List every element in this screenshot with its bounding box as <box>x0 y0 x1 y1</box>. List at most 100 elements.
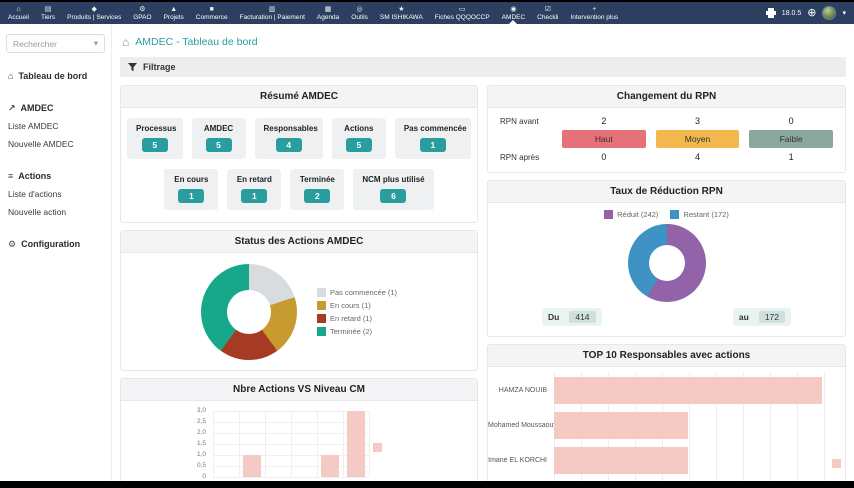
nav-item-fiches-qqqoccp[interactable]: ▭Fiches QQQOCCP <box>429 2 496 24</box>
rpn-from-label: Du <box>548 312 559 322</box>
nav-item-gpao[interactable]: ⚙GPAO <box>127 2 157 24</box>
top10-row: Mohamed Moussaouy <box>488 408 845 443</box>
topbar-nav: ⌂Accueil▤Tiers◆Produits | Services⚙GPAO▲… <box>2 2 624 24</box>
sidebar-item-label: Nouvelle AMDEC <box>8 139 74 149</box>
add-circle-icon[interactable]: ⊕ <box>807 8 816 19</box>
donut-hole <box>649 245 685 281</box>
nav-item-amdec[interactable]: ◉AMDEC <box>496 2 531 24</box>
taux-legend-item: Réduit (242) <box>604 210 658 219</box>
nav-item-facturation-paiement[interactable]: ▥Facturation | Paiement <box>234 2 311 24</box>
stat-responsables: Responsables4 <box>255 118 323 159</box>
stat-ncm-plus-utilis: NCM plus utilisé6 <box>353 169 433 210</box>
nav-item-accueil[interactable]: ⌂Accueil <box>2 2 35 24</box>
nav-item-checkli[interactable]: ☑Checkli <box>531 2 564 24</box>
filter-label: Filtrage <box>143 62 176 72</box>
stat-value-badge: 5 <box>206 138 232 152</box>
top10-bar <box>554 412 688 439</box>
sidebar-item-nouvelle-amdec[interactable]: Nouvelle AMDEC <box>0 135 111 153</box>
nav-item-label: Checkli <box>537 14 558 21</box>
sidebar-item-liste-d-actions[interactable]: Liste d'actions <box>0 185 111 203</box>
legend-label: En cours (1) <box>330 301 371 310</box>
sidebar: Rechercher ▾ ⌂Tableau de bord↗AMDECListe… <box>0 24 112 481</box>
sidebar-item-label: Liste d'actions <box>8 189 62 199</box>
user-menu-caret-icon[interactable]: ▾ <box>842 9 846 17</box>
filter-bar[interactable]: Filtrage <box>120 57 846 77</box>
chart-track <box>554 478 831 481</box>
user-avatar[interactable] <box>822 6 836 20</box>
rpn-after-value: 1 <box>749 152 833 162</box>
rpn-to-field: au 172 <box>733 308 791 326</box>
top10-row: Hassnae EL JEBRI <box>488 478 845 481</box>
sidebar-item-label: Configuration <box>21 239 80 249</box>
left-column: Résumé AMDEC Processus5AMDEC5Responsable… <box>120 85 478 481</box>
nav-item-label: SM ISHIKAWA <box>380 14 423 21</box>
nav-item-produits-services[interactable]: ◆Produits | Services <box>61 2 127 24</box>
nav-item-agenda[interactable]: ▦Agenda <box>311 2 345 24</box>
bar-cm-2 <box>243 455 261 477</box>
nav-item-outils[interactable]: ◎Outils <box>345 2 374 24</box>
stat-value-badge: 5 <box>142 138 168 152</box>
checklist-icon: ☑ <box>545 6 551 13</box>
filter-icon <box>128 63 137 72</box>
nav-item-intervention-plus[interactable]: +Intervention plus <box>564 2 624 24</box>
legend-swatch <box>317 301 326 310</box>
stat-amdec: AMDEC 5 <box>192 118 246 159</box>
legend-swatch <box>670 210 679 219</box>
sidebar-item-amdec[interactable]: ↗AMDEC <box>0 99 111 117</box>
rpn-to-label: au <box>739 312 749 322</box>
rpn-after-value: 0 <box>562 152 646 162</box>
responsable-label: HAMZA NOUIB <box>488 387 554 394</box>
stat-label: AMDEC <box>201 124 237 133</box>
nav-item-label: AMDEC <box>502 14 525 21</box>
card-title-taux: Taux de Réduction RPN <box>488 181 845 203</box>
gridline-v <box>265 411 266 477</box>
legend-label: En retard (1) <box>330 314 372 323</box>
nav-item-label: Fiches QQQOCCP <box>435 14 490 21</box>
rpn-from-value[interactable]: 414 <box>569 311 595 323</box>
top10-row: HAMZA NOUIB <box>488 373 845 408</box>
status-legend: Pas commencée (1)En cours (1)En retard (… <box>317 288 397 336</box>
stat-row-2: En cours1En retard1Terminée2NCM plus uti… <box>127 169 471 210</box>
stat-processus: Processus 5 <box>127 118 183 159</box>
tools-icon: ◎ <box>357 6 363 13</box>
donut-hole <box>227 290 271 334</box>
nav-item-commerce[interactable]: ■Commerce <box>190 2 234 24</box>
gridline-v <box>239 411 240 477</box>
sidebar-item-liste-amdec[interactable]: Liste AMDEC <box>0 117 111 135</box>
dashboard-columns: Résumé AMDEC Processus5AMDEC5Responsable… <box>120 85 846 481</box>
nbre-chart-plot: 3,02,52,01,51,00,50... CM 1... CM 2... C… <box>213 411 369 481</box>
nav-item-projets[interactable]: ▲Projets <box>158 2 190 24</box>
top10-bar <box>554 447 688 474</box>
search-input[interactable]: Rechercher ▾ <box>6 34 105 53</box>
sidebar-item-actions[interactable]: ≡Actions <box>0 167 111 185</box>
rpn-to-value[interactable]: 172 <box>759 311 785 323</box>
print-icon[interactable] <box>766 8 776 18</box>
stat-actions: Actions5 <box>332 118 386 159</box>
billing-icon: ▥ <box>269 6 276 13</box>
card-title-nbre: Nbre Actions VS Niveau CM <box>121 379 477 401</box>
top10-bar <box>554 377 822 404</box>
sidebar-item-nouvelle-action[interactable]: Nouvelle action <box>0 203 111 221</box>
stat-value-badge: 2 <box>304 189 330 203</box>
nav-item-tiers[interactable]: ▤Tiers <box>35 2 61 24</box>
stat-label: En retard <box>236 175 272 184</box>
sidebar-item-tableau-de-bord[interactable]: ⌂Tableau de bord <box>0 67 111 85</box>
rpn-before-value: 3 <box>656 116 740 126</box>
tiers-icon: ▤ <box>45 6 52 13</box>
stat-label: Processus <box>136 124 174 133</box>
nav-item-label: Produits | Services <box>67 14 121 21</box>
nbre-bar-chart: 3,02,52,01,51,00,50... CM 1... CM 2... C… <box>121 401 477 481</box>
taux-legend-item: Restant (172) <box>670 210 728 219</box>
rpn-before-label: RPN avant <box>500 117 552 126</box>
stat-value-badge: 1 <box>420 138 446 152</box>
stat-value-badge: 6 <box>380 189 406 203</box>
rpn-level-haut: Haut <box>562 130 646 148</box>
sidebar-item-label: Nouvelle action <box>8 207 66 217</box>
sidebar-item-label: Tableau de bord <box>18 71 87 81</box>
nav-item-label: Projets <box>164 14 184 21</box>
sidebar-item-configuration[interactable]: ⚙Configuration <box>0 235 111 253</box>
rpn-change-table: RPN avant230HautMoyenFaibleRPN après041 <box>488 108 845 172</box>
nav-item-sm-ishikawa[interactable]: ★SM ISHIKAWA <box>374 2 429 24</box>
stat-label: En cours <box>173 175 209 184</box>
sidebar-item-label: Actions <box>18 171 51 181</box>
